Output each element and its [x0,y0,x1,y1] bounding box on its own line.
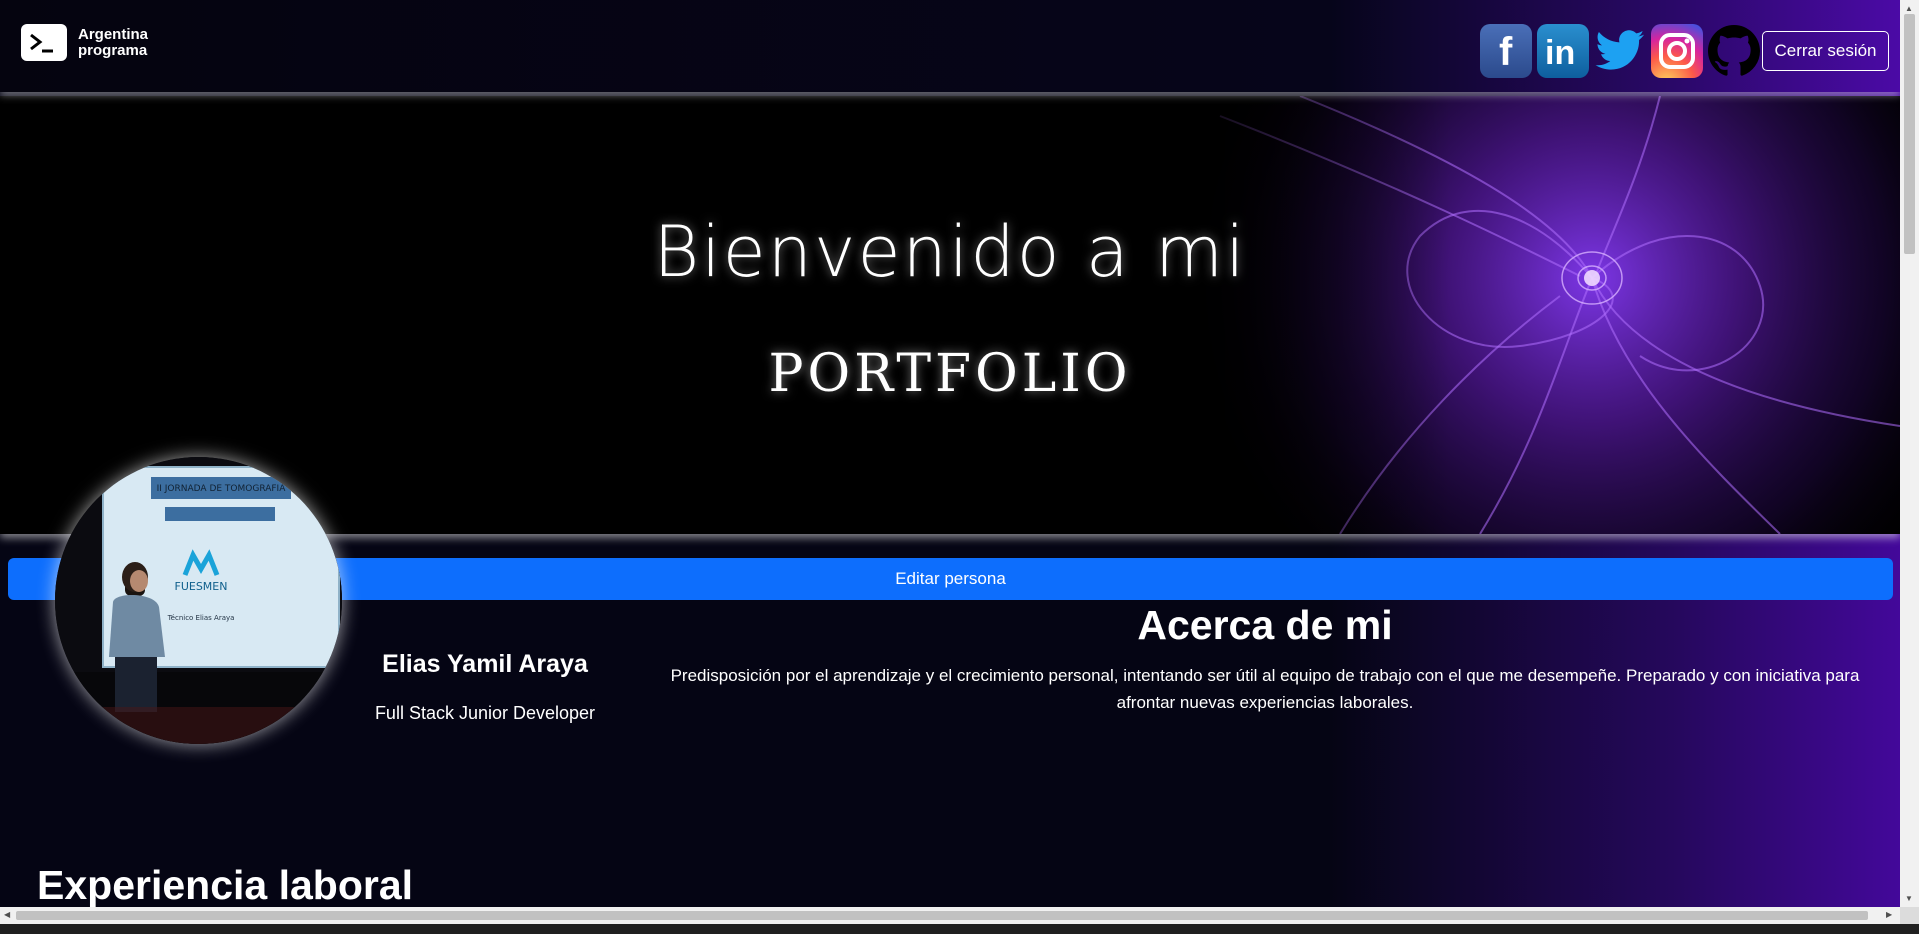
instagram-icon[interactable] [1651,24,1703,78]
person-role: Full Stack Junior Developer [374,703,596,723]
about-title: Acerca de mi [1137,602,1393,648]
experience-title: Experiencia laboral [37,862,414,907]
svg-text:in: in [1545,34,1575,72]
photo-banner-text: II JORNADA DE TOMOGRAFIA [157,484,287,494]
hero-fractal-art [0,96,1900,534]
avatar[interactable]: II JORNADA DE TOMOGRAFIA FUESMEN Técnico… [55,457,342,744]
profile-photo: II JORNADA DE TOMOGRAFIA FUESMEN Técnico… [55,457,342,744]
brand-text: Argentina programa [78,25,149,59]
photo-footer: Técnico Elias Araya [167,614,235,622]
terminal-icon [21,24,67,61]
twitter-icon[interactable] [1594,24,1646,78]
vertical-scrollbar[interactable]: ▲ ▼ [1900,0,1919,907]
hero-title: Bienvenido a mi [653,211,1247,293]
logout-button[interactable]: Cerrar sesión [1762,31,1889,71]
scroll-down-icon[interactable]: ▼ [1905,894,1913,903]
scroll-left-icon[interactable]: ◀ [4,910,10,919]
person-name: Elias Yamil Araya [382,650,588,678]
scrollbar-corner [1900,907,1919,924]
brand-logo[interactable]: Argentina programa [21,24,148,61]
page: Argentina programa f in Cerrar sesión Bi… [0,0,1900,907]
github-icon[interactable] [1708,24,1760,78]
svg-text:f: f [1499,30,1513,73]
brand-line-1: Argentina [78,25,149,43]
photo-caption: FUESMEN [175,580,228,593]
scroll-right-icon[interactable]: ▶ [1886,910,1892,919]
hero-banner: Bienvenido a mi PORTFOLIO [0,96,1900,534]
social-links: f in [1480,24,1760,78]
brand-line-2: programa [78,41,148,59]
vertical-scroll-thumb[interactable] [1904,14,1915,254]
horizontal-scrollbar[interactable]: ◀ ▶ [0,907,1900,924]
navbar: Argentina programa f in Cerrar sesión [0,0,1900,92]
hero-subtitle: PORTFOLIO [768,344,1132,404]
linkedin-icon[interactable]: in [1537,24,1589,78]
scroll-up-icon[interactable]: ▲ [1905,4,1913,13]
horizontal-scroll-thumb[interactable] [16,911,1868,920]
facebook-icon[interactable]: f [1480,24,1532,78]
about-text: Predisposición por el aprendizaje y el c… [670,666,1860,712]
taskbar [0,924,1919,934]
